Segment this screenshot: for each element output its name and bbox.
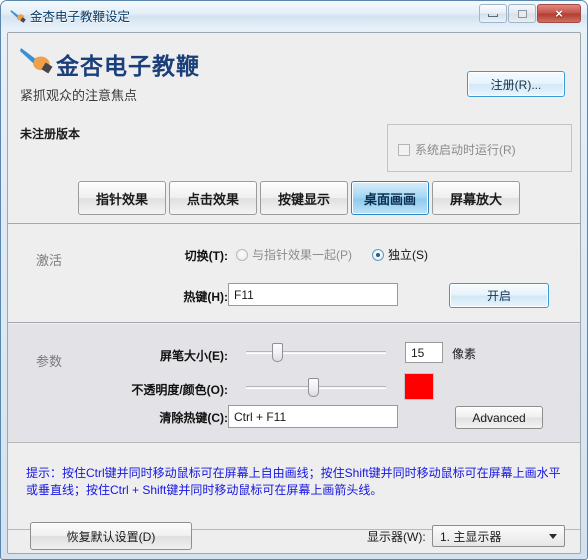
chevron-down-icon	[549, 534, 557, 539]
opacity-slider[interactable]	[246, 378, 386, 397]
autostart-group-box: 系统启动时运行(R)	[387, 124, 572, 172]
hotkey-input[interactable]: F11	[228, 283, 398, 306]
activation-panel: 激活 切换(T): 与指针效果一起(P) 独立(S)	[8, 223, 580, 323]
radio-standalone[interactable]: 独立(S)	[372, 246, 428, 263]
close-button[interactable]: ×	[537, 4, 581, 23]
hint-text: 提示：按住Ctrl键并同时移动鼠标可在屏幕上自由画线；按住Shift键并同时移动…	[26, 466, 561, 497]
hotkey-label: 热键(H):	[183, 290, 228, 304]
tab-click-effect[interactable]: 点击效果	[169, 181, 257, 215]
advanced-button[interactable]: Advanced	[455, 406, 543, 429]
product-tagline: 紧抓观众的注意焦点	[20, 88, 138, 103]
autostart-checkbox[interactable]	[398, 143, 410, 156]
radio-standalone-indicator	[372, 248, 384, 261]
tab-pointer-effect[interactable]: 指针效果	[78, 181, 166, 215]
pen-size-label: 屏笔大小(E):	[160, 349, 228, 363]
start-button[interactable]: 开启	[449, 283, 549, 308]
header-panel: 金杏电子教鞭 紧抓观众的注意焦点 未注册版本 注册(R)... 系统启动时运行(…	[8, 33, 580, 172]
tab-screen-magnify[interactable]: 屏幕放大	[432, 181, 520, 215]
window-title: 金杏电子教鞭设定	[30, 10, 131, 24]
tab-key-display[interactable]: 按键显示	[260, 181, 348, 215]
close-icon: ×	[555, 6, 563, 21]
product-title: 金杏电子教鞭	[56, 53, 200, 79]
autostart-label: 系统启动时运行(R)	[415, 143, 516, 157]
license-status: 未注册版本	[20, 127, 81, 141]
pen-brush-logo-icon	[20, 46, 54, 76]
monitor-label: 显示器(W):	[367, 530, 426, 544]
minimize-icon	[488, 13, 498, 17]
maximize-button[interactable]	[508, 4, 536, 23]
switch-mode-label: 切换(T):	[184, 249, 228, 263]
client-area: 金杏电子教鞭 紧抓观众的注意焦点 未注册版本 注册(R)... 系统启动时运行(…	[7, 32, 581, 554]
autostart-checkbox-row[interactable]: 系统启动时运行(R)	[398, 141, 516, 158]
pen-size-value-input[interactable]: 15	[405, 342, 443, 363]
register-button[interactable]: 注册(R)...	[467, 71, 565, 97]
tab-desktop-draw[interactable]: 桌面画画	[351, 181, 429, 215]
footer-bar: 恢复默认设置(D) 显示器(W): 1. 主显示器	[8, 522, 580, 553]
clear-hotkey-label: 清除热键(C):	[159, 411, 228, 425]
pen-size-slider-track	[246, 351, 386, 354]
radio-together-with-pointer[interactable]: 与指针效果一起(P)	[236, 246, 352, 263]
radio-together-indicator	[236, 248, 248, 261]
pen-brush-icon	[9, 7, 26, 24]
monitor-select[interactable]: 1. 主显示器	[432, 525, 565, 547]
radio-standalone-label: 独立(S)	[388, 248, 428, 262]
minimize-button[interactable]	[479, 4, 507, 23]
maximize-icon	[517, 9, 527, 18]
opacity-slider-thumb[interactable]	[308, 378, 319, 397]
pen-size-slider[interactable]	[246, 343, 386, 362]
opacity-color-label: 不透明度/颜色(O):	[131, 383, 228, 397]
restore-defaults-button[interactable]: 恢复默认设置(D)	[30, 522, 192, 550]
clear-hotkey-input[interactable]: Ctrl + F11	[228, 405, 398, 428]
activation-section-label: 激活	[36, 253, 63, 268]
title-bar: 金杏电子教鞭设定 ×	[1, 1, 587, 29]
pen-size-slider-thumb[interactable]	[272, 343, 283, 362]
radio-together-label: 与指针效果一起(P)	[252, 248, 352, 262]
application-window: 金杏电子教鞭设定 × 金杏电子教鞭 紧抓观众的注意焦点 未注册版本 注册(R).…	[0, 0, 588, 560]
pen-size-unit-label: 像素	[452, 347, 477, 361]
color-swatch-button[interactable]	[404, 373, 434, 400]
tab-strip: 指针效果 点击效果 按键显示 桌面画画 屏幕放大	[8, 181, 580, 221]
parameters-section-label: 参数	[36, 354, 63, 369]
monitor-selected-value: 1. 主显示器	[440, 529, 502, 544]
